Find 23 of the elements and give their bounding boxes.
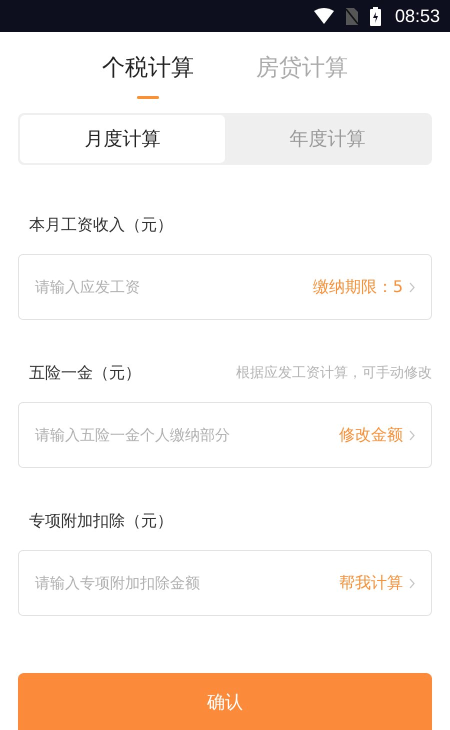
field-label: 五险一金（元） <box>29 362 141 384</box>
tab[interactable]: 个税计算 <box>102 50 194 86</box>
field-action-link[interactable]: 缴纳期限：5 <box>312 276 403 298</box>
tab-indicator <box>137 96 159 99</box>
chevron-right-icon <box>409 578 415 588</box>
wifi-icon <box>314 8 334 24</box>
confirm-button[interactable]: 确认 <box>18 673 432 730</box>
chevron-right-icon <box>409 430 415 440</box>
tab[interactable]: 房贷计算 <box>256 50 348 86</box>
field-hint: 根据应发工资计算，可手动修改 <box>236 364 432 382</box>
input-field[interactable]: 请输入专项附加扣除金额 帮我计算 <box>18 550 432 616</box>
battery-charging-icon <box>370 6 381 26</box>
chevron-right-icon <box>409 282 415 292</box>
segment-tab[interactable]: 月度计算 <box>20 115 225 163</box>
field-action-link[interactable]: 帮我计算 <box>339 572 403 594</box>
field-label: 专项附加扣除（元） <box>29 510 173 532</box>
field-label: 本月工资收入（元） <box>29 214 173 236</box>
input-field[interactable]: 请输入五险一金个人缴纳部分 修改金额 <box>18 402 432 468</box>
field-action-link[interactable]: 修改金额 <box>339 424 403 446</box>
no-sim-icon <box>346 8 358 24</box>
segment-tab[interactable]: 年度计算 <box>225 115 430 163</box>
status-time: 08:53 <box>394 6 440 26</box>
input-field[interactable]: 请输入应发工资 缴纳期限：5 <box>18 254 432 320</box>
